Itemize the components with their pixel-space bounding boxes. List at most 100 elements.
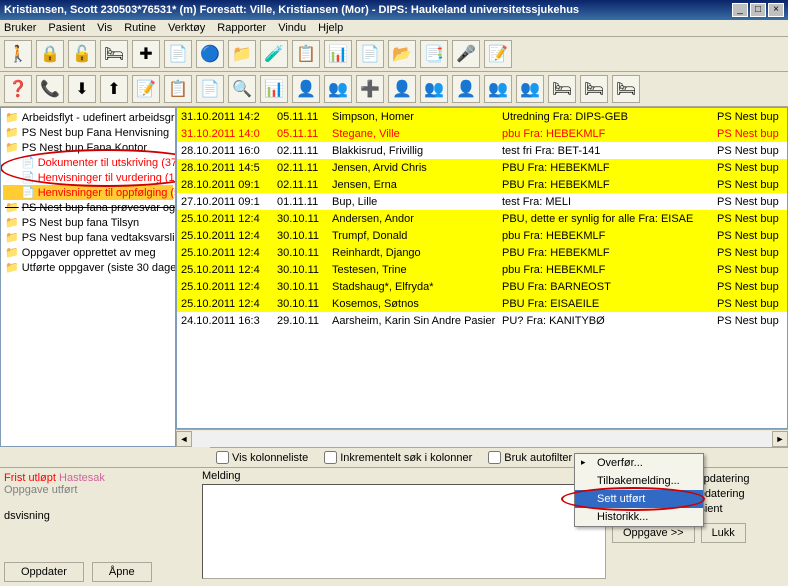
task-grid[interactable]: 31.10.2011 14:205.11.11Simpson, HomerUtr… [176,107,788,429]
cell: pbu Fra: HEBEKMLF [502,264,717,276]
dsvisning-label: dsvisning [4,510,196,522]
chk-inkrement[interactable]: Inkrementelt søk i kolonner [324,451,472,464]
folder-icon: 📁 [5,216,19,229]
toolbar2-btn-1[interactable]: 📞 [36,75,64,103]
toolbar1-btn-3[interactable]: 🛏 [100,40,128,68]
chk-autofilter[interactable]: Bruk autofilter [488,451,572,464]
cell: Kosemos, Søtnos [332,298,502,310]
maximize-button[interactable]: □ [750,3,766,17]
scroll-track[interactable] [192,431,772,447]
tree-item-label: PS Nest bup Fana Henvisning [22,127,169,139]
toolbar1-btn-11[interactable]: 📄 [356,40,384,68]
toolbar2-btn-0[interactable]: ❓ [4,75,32,103]
grid-row-3[interactable]: 28.10.2011 14:502.11.11Jensen, Arvid Chr… [177,159,787,176]
context-menu[interactable]: ▸Overfør...Tilbakemelding...Sett utførtH… [574,453,704,527]
toolbar1-btn-12[interactable]: 📂 [388,40,416,68]
tree-item-4[interactable]: 📄Henvisninger til vurdering (1) [3,170,173,185]
toolbar2-btn-19[interactable]: 🛏 [612,75,640,103]
toolbar2-btn-11[interactable]: ➕ [356,75,384,103]
toolbar2-btn-8[interactable]: 📊 [260,75,288,103]
minimize-button[interactable]: _ [732,3,748,17]
grid-row-2[interactable]: 28.10.2011 16:002.11.11Blakkisrud, Frivi… [177,142,787,159]
menu-bruker[interactable]: Bruker [4,22,36,34]
grid-row-12[interactable]: 24.10.2011 16:329.10.11Aarsheim, Karin S… [177,312,787,329]
toolbar1-btn-10[interactable]: 📊 [324,40,352,68]
grid-row-10[interactable]: 25.10.2011 12:430.10.11Stadshaug*, Elfry… [177,278,787,295]
toolbar2-btn-12[interactable]: 👤 [388,75,416,103]
toolbar1-btn-0[interactable]: 🚶 [4,40,32,68]
grid-row-0[interactable]: 31.10.2011 14:205.11.11Simpson, HomerUtr… [177,108,787,125]
scroll-left-icon[interactable]: ◄ [176,431,192,447]
tree-item-1[interactable]: 📁PS Nest bup Fana Henvisning [3,125,173,140]
toolbar2-btn-10[interactable]: 👥 [324,75,352,103]
toolbar2-btn-3[interactable]: ⬆ [100,75,128,103]
grid-row-4[interactable]: 28.10.2011 09:102.11.11Jensen, ErnaPBU F… [177,176,787,193]
contextmenu-item-3[interactable]: Historikk... [575,508,703,526]
tree-item-2[interactable]: 📁PS Nest bup Fana Kontor [3,140,173,155]
grid-row-9[interactable]: 25.10.2011 12:430.10.11Testesen, Trinepb… [177,261,787,278]
toolbar1-btn-7[interactable]: 📁 [228,40,256,68]
cell: PS Nest bup [717,230,787,242]
toolbar2-btn-18[interactable]: 🛏 [580,75,608,103]
grid-row-5[interactable]: 27.10.2011 09:101.11.11Bup, Lilletest Fr… [177,193,787,210]
menu-vindu[interactable]: Vindu [278,22,306,34]
contextmenu-item-2[interactable]: Sett utført [575,490,703,508]
toolbar1-btn-15[interactable]: 📝 [484,40,512,68]
tree-item-5[interactable]: 📄Henvisninger til oppfølging (53) [3,185,173,200]
toolbar2-btn-7[interactable]: 🔍 [228,75,256,103]
toolbar2-btn-4[interactable]: 📝 [132,75,160,103]
contextmenu-item-1[interactable]: Tilbakemelding... [575,472,703,490]
tree-item-6[interactable]: 📁PS Nest bup fana prøvesvar og us [3,200,173,215]
oppdater-button[interactable]: Oppdater [4,562,84,582]
scroll-right-icon[interactable]: ► [772,431,788,447]
tree-panel[interactable]: 📁Arbeidsflyt - udefinert arbeidsgruppe -… [0,107,176,447]
chk-kolonneliste[interactable]: Vis kolonneliste [216,451,308,464]
menu-vis[interactable]: Vis [97,22,112,34]
toolbar1-btn-6[interactable]: 🔵 [196,40,224,68]
toolbar2-btn-5[interactable]: 📋 [164,75,192,103]
tree-item-label: PS Nest bup Fana Kontor [22,142,147,154]
toolbar2-btn-6[interactable]: 📄 [196,75,224,103]
toolbar1-btn-9[interactable]: 📋 [292,40,320,68]
toolbar2-btn-14[interactable]: 👤 [452,75,480,103]
tree-item-9[interactable]: 📁Oppgaver opprettet av meg [3,245,173,260]
tree-item-label: Henvisninger til vurdering (1) [38,172,176,184]
lukk-button[interactable]: Lukk [701,523,746,543]
menu-rapporter[interactable]: Rapporter [217,22,266,34]
toolbar2-btn-15[interactable]: 👥 [484,75,512,103]
grid-row-8[interactable]: 25.10.2011 12:430.10.11Reinhardt, Django… [177,244,787,261]
grid-hscroll[interactable]: ◄ ► [176,429,788,447]
toolbar2-btn-2[interactable]: ⬇ [68,75,96,103]
folder-icon: 📄 [21,186,35,199]
menu-rutine[interactable]: Rutine [124,22,156,34]
tree-item-8[interactable]: 📁PS Nest bup fana vedtaksvarsling [3,230,173,245]
toolbar1-btn-14[interactable]: 🎤 [452,40,480,68]
melding-textbox[interactable] [202,484,606,579]
contextmenu-item-0[interactable]: ▸Overfør... [575,454,703,472]
toolbar1-btn-1[interactable]: 🔒 [36,40,64,68]
toolbar2-btn-13[interactable]: 👥 [420,75,448,103]
menu-pasient[interactable]: Pasient [48,22,85,34]
toolbar1-btn-5[interactable]: 📄 [164,40,192,68]
apne-button[interactable]: Åpne [92,562,152,582]
grid-row-7[interactable]: 25.10.2011 12:430.10.11Trumpf, Donaldpbu… [177,227,787,244]
close-button[interactable]: × [768,3,784,17]
grid-row-6[interactable]: 25.10.2011 12:430.10.11Andersen, AndorPB… [177,210,787,227]
folder-icon: 📁 [5,231,19,244]
toolbar2-btn-17[interactable]: 🛏 [548,75,576,103]
menu-verktoy[interactable]: Verktøy [168,22,205,34]
tree-item-3[interactable]: 📄Dokumenter til utskriving (37) [3,155,173,170]
toolbar1-btn-8[interactable]: 🧪 [260,40,288,68]
tree-item-7[interactable]: 📁PS Nest bup fana Tilsyn [3,215,173,230]
tree-item-10[interactable]: 📁Utførte oppgaver (siste 30 dager) [3,260,173,275]
menu-hjelp[interactable]: Hjelp [318,22,343,34]
toolbar2-btn-9[interactable]: 👤 [292,75,320,103]
grid-row-11[interactable]: 25.10.2011 12:430.10.11Kosemos, SøtnosPB… [177,295,787,312]
toolbar1-btn-4[interactable]: ✚ [132,40,160,68]
grid-row-1[interactable]: 31.10.2011 14:005.11.11Stegane, Villepbu… [177,125,787,142]
tree-item-0[interactable]: 📁Arbeidsflyt - udefinert arbeidsgruppe - [3,110,173,125]
cell: PS Nest bup [717,298,787,310]
toolbar1-btn-13[interactable]: 📑 [420,40,448,68]
toolbar1-btn-2[interactable]: 🔓 [68,40,96,68]
toolbar2-btn-16[interactable]: 👥 [516,75,544,103]
